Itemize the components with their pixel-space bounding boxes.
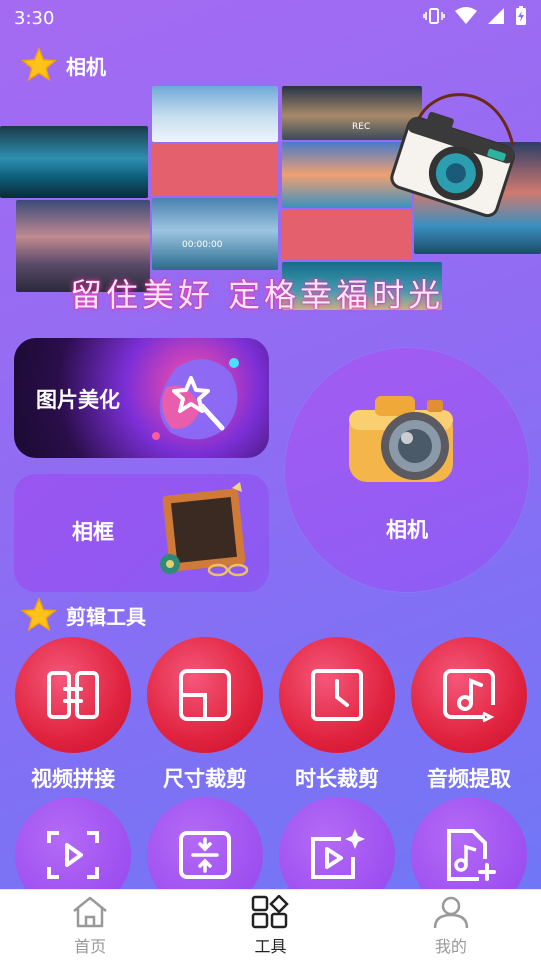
star-icon xyxy=(21,46,57,82)
frame-card[interactable]: 相框 xyxy=(14,474,269,592)
camera-section-label: 相机 xyxy=(66,54,106,79)
frame-label: 相框 xyxy=(72,520,114,544)
resize-crop-icon xyxy=(179,669,231,721)
photo-frame-icon xyxy=(160,482,249,577)
vintage-camera-icon xyxy=(390,93,516,218)
star-icon xyxy=(21,596,57,632)
scan-video-icon xyxy=(47,831,99,879)
video-effect-icon xyxy=(311,829,365,879)
nav-tools-label: 工具 xyxy=(254,936,287,956)
tool-duration-crop[interactable]: 时长裁剪 xyxy=(277,637,397,793)
tool-video-join-circle xyxy=(15,637,131,753)
beautify-label: 图片美化 xyxy=(36,388,120,412)
rec-label: REC xyxy=(352,122,371,132)
vibrate-icon xyxy=(423,7,445,30)
camera-section-title: 相机 xyxy=(20,46,106,84)
tool-resize-crop-circle xyxy=(147,637,263,753)
home-icon xyxy=(73,896,107,927)
video-join-icon xyxy=(47,671,99,719)
nav-home-label: 首页 xyxy=(74,936,107,956)
banner-photo-pier xyxy=(0,126,148,198)
tool-audio-extract-circle xyxy=(411,637,527,753)
nav-home[interactable]: 首页 xyxy=(0,890,180,961)
signal-icon xyxy=(487,7,505,30)
duration-crop-icon xyxy=(311,669,363,721)
banner-caption: 留住美好 定格幸福时光 xyxy=(70,276,445,314)
tool-resize-crop[interactable]: 尺寸裁剪 xyxy=(145,637,265,793)
banner-photo-tree xyxy=(152,86,278,142)
beautify-card[interactable]: 图片美化 xyxy=(14,338,269,458)
banner-photo-iceberg xyxy=(152,198,278,270)
tool-audio-extract-label: 音频提取 xyxy=(427,767,511,791)
status-time: 3:30 xyxy=(14,7,55,29)
battery-icon xyxy=(515,5,527,31)
nav-tools[interactable]: 工具 xyxy=(180,890,360,961)
audio-extract-icon xyxy=(443,669,495,723)
tool-video-join[interactable]: 视频拼接 xyxy=(13,637,133,793)
music-add-icon xyxy=(447,829,496,881)
tool-duration-crop-circle xyxy=(279,637,395,753)
bottom-navigation: 首页 工具 我的 xyxy=(0,889,541,961)
timecode-label: 00:00:00 xyxy=(182,240,223,250)
nav-profile[interactable]: 我的 xyxy=(361,890,541,961)
tool-audio-extract[interactable]: 音频提取 xyxy=(409,637,529,793)
camera-icon xyxy=(349,396,453,482)
banner-photo-placeholder-red xyxy=(152,144,278,196)
magic-wand-icon xyxy=(152,358,239,440)
grid-tools-icon xyxy=(252,894,290,928)
user-icon xyxy=(433,896,469,928)
camera-button[interactable]: 相机 xyxy=(285,348,529,592)
nav-profile-label: 我的 xyxy=(434,936,467,956)
tool-duration-crop-label: 时长裁剪 xyxy=(295,767,379,791)
status-bar: 3:30 xyxy=(0,0,541,36)
promo-banner[interactable]: REC 00:00:00 留住美好 定格幸福时光 xyxy=(0,84,541,314)
edit-tools-section-title: 剪辑工具 xyxy=(20,596,146,634)
camera-label: 相机 xyxy=(386,518,428,542)
tool-video-join-label: 视频拼接 xyxy=(31,767,115,791)
tool-resize-crop-label: 尺寸裁剪 xyxy=(163,767,247,791)
status-icons xyxy=(423,5,527,31)
compress-icon xyxy=(179,831,231,879)
edit-tools-label: 剪辑工具 xyxy=(66,604,146,629)
wifi-icon xyxy=(455,6,477,30)
